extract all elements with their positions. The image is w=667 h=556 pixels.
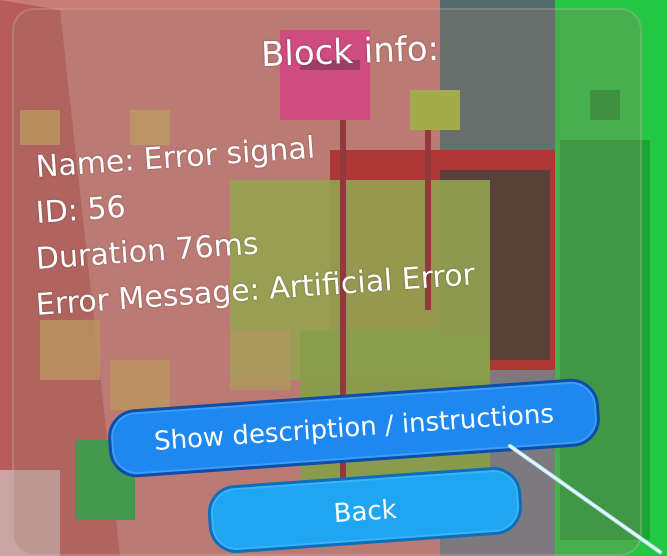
block-id-text: ID: 56: [34, 189, 127, 231]
vr-scene: Block info: Name: Error signal ID: 56 Du…: [0, 0, 667, 556]
show-description-label: Show description / instructions: [153, 399, 555, 457]
back-label: Back: [332, 494, 398, 530]
